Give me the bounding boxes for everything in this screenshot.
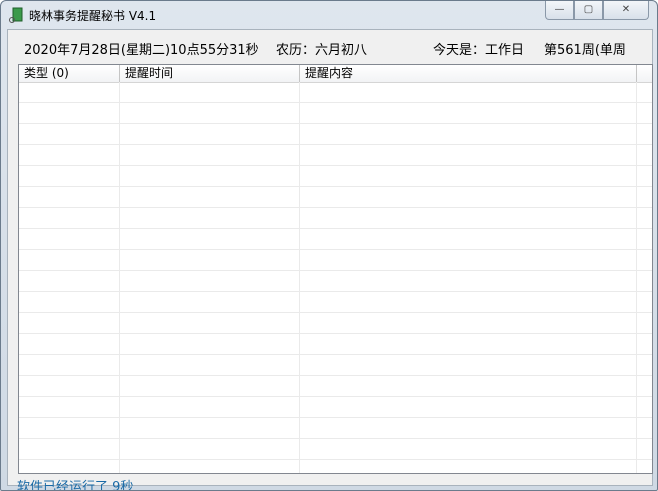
week-label: 第561周(单周	[544, 43, 626, 58]
window-title: 晓林事务提醒秘书 V4.1	[29, 9, 157, 23]
runtime-status: 软件已经运行了 9秒	[17, 480, 134, 491]
close-button[interactable]: ✕	[603, 1, 649, 20]
column-header-type[interactable]: 类型 (0)	[19, 65, 120, 82]
datetime-label: 2020年7月28日(星期二)10点55分31秒	[24, 43, 259, 58]
title-bar[interactable]: 晓林事务提醒秘书 V4.1 — ▢ ✕	[1, 1, 657, 29]
today-label: 今天是：工作日	[433, 43, 525, 58]
column-divider	[636, 82, 637, 473]
column-header-content[interactable]: 提醒内容	[300, 65, 637, 82]
list-header: 类型 (0) 提醒时间 提醒内容	[19, 65, 652, 83]
client-area: 2020年7月28日(星期二)10点55分31秒 农历：六月初八 今天是：工作日…	[7, 29, 653, 490]
reminder-list[interactable]: 类型 (0) 提醒时间 提醒内容	[18, 64, 653, 474]
maximize-button[interactable]: ▢	[574, 1, 603, 20]
app-icon	[9, 7, 23, 23]
column-divider	[119, 82, 120, 473]
column-header-time[interactable]: 提醒时间	[120, 65, 300, 82]
lunar-label: 农历：六月初八	[276, 43, 368, 58]
minimize-button[interactable]: —	[545, 1, 574, 20]
column-divider	[299, 82, 300, 473]
main-window: 晓林事务提醒秘书 V4.1 — ▢ ✕ 2020年7月28日(星期二)10点55…	[0, 0, 658, 491]
